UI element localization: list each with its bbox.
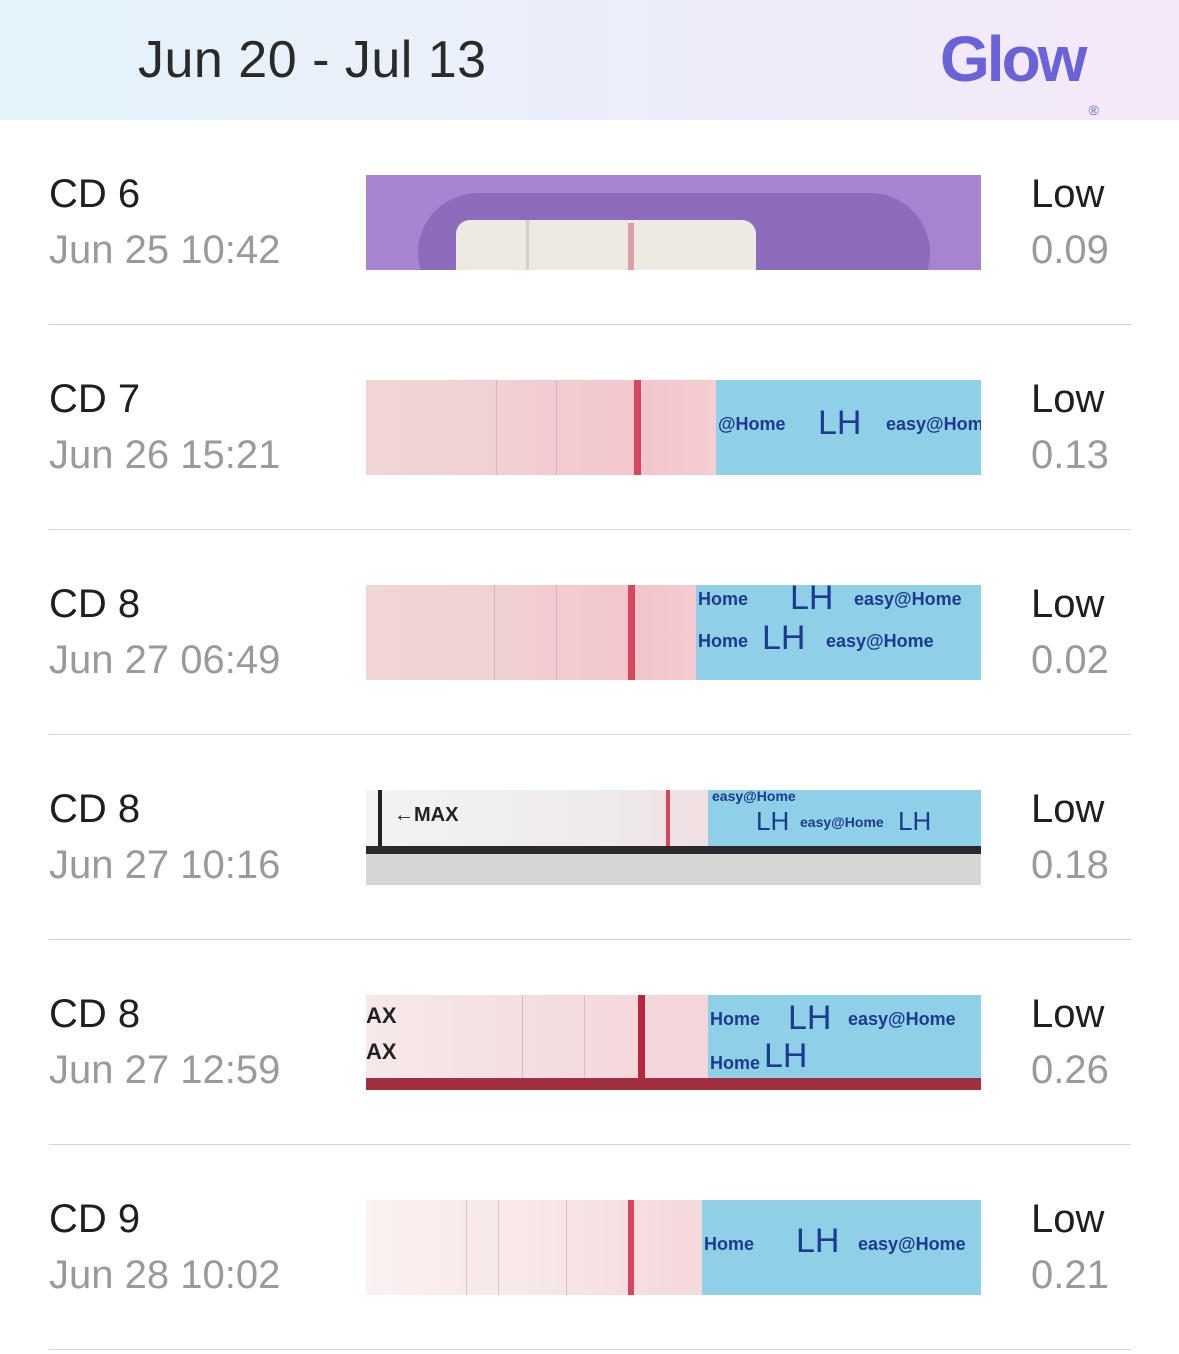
brand-text: Home <box>698 589 749 609</box>
max-label: ←MAX <box>394 804 459 826</box>
strip-label: Home LH easy@Home Home LH <box>708 995 981 1078</box>
test-strip-photo: Home LH easy@Home <box>366 1200 981 1295</box>
test-datetime: Jun 28 10:02 <box>49 1253 281 1297</box>
max-label: AX <box>366 1003 397 1028</box>
test-datetime: Jun 27 06:49 <box>49 638 281 682</box>
result-value: 0.09 <box>1031 228 1109 272</box>
registered-mark: ® <box>1088 102 1099 118</box>
cycle-day-label: CD 6 <box>49 172 141 216</box>
test-line <box>628 223 634 270</box>
row-divider <box>49 1349 1131 1350</box>
test-entry[interactable]: CD 8 Jun 27 12:59 AX AX Home LH easy@Hom… <box>0 940 1179 1145</box>
strip-band <box>466 1200 467 1295</box>
lh-text: LH <box>756 806 790 836</box>
result-value: 0.21 <box>1031 1253 1109 1297</box>
brand-text: Home <box>710 1009 761 1029</box>
strip-band <box>496 380 497 475</box>
test-strip-photo: ←MAX easy@Home LH easy@Home LH <box>366 790 981 885</box>
brand-text: Home <box>704 1234 755 1254</box>
test-strip-photo: AX AX Home LH easy@Home Home LH <box>366 995 981 1090</box>
strip-band <box>584 995 585 1090</box>
lh-text: LH <box>788 999 832 1037</box>
test-datetime: Jun 27 12:59 <box>49 1048 281 1092</box>
brand-text: Home <box>710 1053 761 1073</box>
strip-band <box>494 585 495 680</box>
test-entry[interactable]: CD 8 Jun 27 10:16 ←MAX easy@Home LH easy… <box>0 735 1179 940</box>
brand-text: easy@Home <box>712 790 796 804</box>
result-status: Low <box>1031 1197 1105 1241</box>
glow-logo: Glow® <box>940 22 1099 118</box>
test-entry[interactable]: CD 7 Jun 26 15:21 @Home LH easy@Home Low… <box>0 325 1179 530</box>
brand-text: easy@Home <box>854 589 962 609</box>
cassette-window-inner <box>456 220 756 270</box>
brand-text: easy@Home <box>826 631 934 651</box>
lh-text: LH <box>818 404 862 442</box>
test-strip-photo: @Home LH easy@Home <box>366 380 981 475</box>
surface-below <box>366 854 981 885</box>
lh-text: LH <box>898 806 932 836</box>
brand-text: @Home <box>718 414 786 434</box>
test-datetime: Jun 27 10:16 <box>49 843 281 887</box>
test-datetime: Jun 26 15:21 <box>49 433 281 477</box>
strip-band <box>522 995 523 1090</box>
brand-text: easy@Home <box>800 814 884 830</box>
strip-band <box>556 585 557 680</box>
brand-text: Home <box>698 631 749 651</box>
test-strip-photo: Home LH easy@Home Home LH easy@Home <box>366 585 981 680</box>
strip-edge <box>366 846 981 854</box>
cycle-day-label: CD 9 <box>49 1197 141 1241</box>
strip-label: Home LH easy@Home <box>702 1200 981 1295</box>
cycle-day-label: CD 8 <box>49 582 141 626</box>
test-line <box>628 1200 634 1295</box>
result-value: 0.02 <box>1031 638 1109 682</box>
test-line <box>666 790 670 848</box>
result-status: Low <box>1031 172 1105 216</box>
lh-text: LH <box>790 585 834 617</box>
result-status: Low <box>1031 377 1105 421</box>
cassette-pad <box>526 220 529 270</box>
result-status: Low <box>1031 787 1105 831</box>
cycle-day-label: CD 8 <box>49 992 141 1036</box>
test-entry[interactable]: CD 6 Jun 25 10:42 Low 0.09 <box>0 120 1179 325</box>
result-value: 0.26 <box>1031 1048 1109 1092</box>
strip-label: @Home LH easy@Home <box>716 380 981 475</box>
max-line-marker <box>378 790 382 848</box>
test-strip-photo <box>366 175 981 270</box>
strip-band <box>498 1200 499 1295</box>
header-bar: Jun 20 - Jul 13 Glow® <box>0 0 1179 120</box>
test-line <box>634 380 641 475</box>
test-line <box>638 995 645 1090</box>
strip-label: easy@Home LH easy@Home LH <box>708 790 981 848</box>
test-line <box>628 585 635 680</box>
strip-band <box>566 1200 567 1295</box>
logo-text: Glow <box>940 23 1087 95</box>
cycle-day-label: CD 8 <box>49 787 141 831</box>
test-entry[interactable]: CD 9 Jun 28 10:02 Home LH easy@Home Low … <box>0 1145 1179 1350</box>
test-datetime: Jun 25 10:42 <box>49 228 281 272</box>
brand-text: easy@Home <box>848 1009 956 1029</box>
strip-edge <box>366 1078 981 1090</box>
strip-band <box>556 380 557 475</box>
brand-text: easy@Home <box>886 414 981 434</box>
lh-text: LH <box>796 1222 840 1260</box>
result-value: 0.13 <box>1031 433 1109 477</box>
lh-text: LH <box>764 1037 808 1075</box>
strip-label: Home LH easy@Home Home LH easy@Home <box>696 585 981 680</box>
lh-text: LH <box>762 619 806 657</box>
date-range-title[interactable]: Jun 20 - Jul 13 <box>138 30 487 90</box>
cycle-day-label: CD 7 <box>49 377 141 421</box>
max-label: AX <box>366 1039 397 1064</box>
result-status: Low <box>1031 582 1105 626</box>
result-status: Low <box>1031 992 1105 1036</box>
brand-text: easy@Home <box>858 1234 966 1254</box>
test-entry[interactable]: CD 8 Jun 27 06:49 Home LH easy@Home Home… <box>0 530 1179 735</box>
result-value: 0.18 <box>1031 843 1109 887</box>
